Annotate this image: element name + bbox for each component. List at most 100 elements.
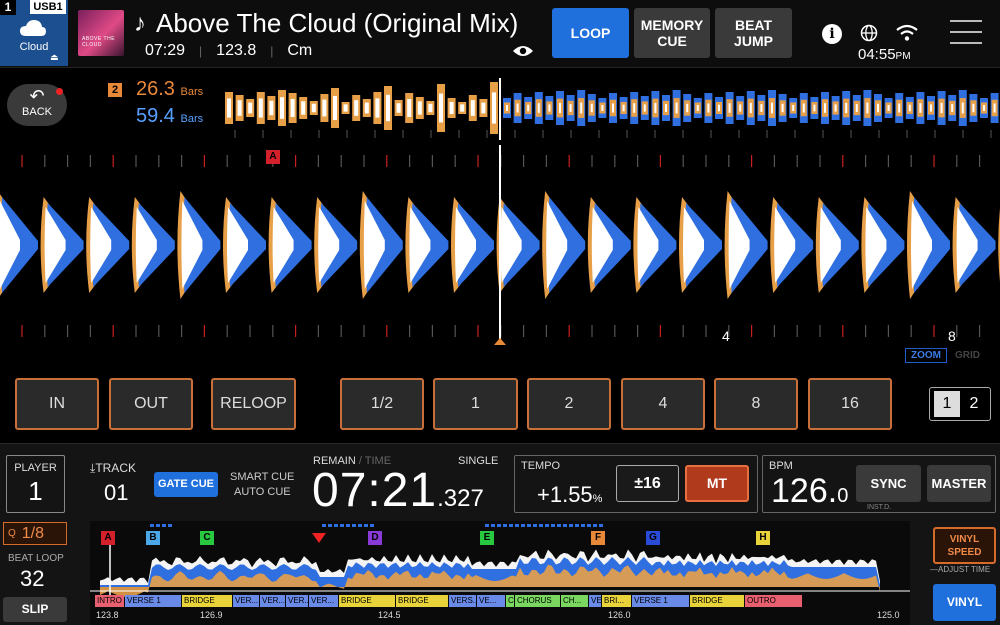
mini-wave-white: [354, 100, 359, 116]
mini-wave-white: [781, 103, 784, 113]
mini-wave-white: [983, 105, 985, 111]
phrase-segment[interactable]: VERS...: [449, 595, 476, 607]
eject-icon[interactable]: ⏏: [50, 52, 59, 63]
sync-button[interactable]: SYNC: [856, 465, 921, 502]
memory-cue-bar: [599, 524, 603, 527]
info-icon[interactable]: i: [822, 24, 842, 44]
mini-wave-white: [301, 101, 306, 115]
reloop-button[interactable]: RELOOP: [211, 378, 296, 430]
vinyl-speed-button[interactable]: VINYL SPEED: [933, 527, 996, 564]
memory-cue-bar: [322, 524, 326, 527]
mini-wave-white: [537, 103, 540, 113]
quantize-value: 1/8: [21, 524, 45, 542]
phrase-segment[interactable]: INTRO: [95, 595, 124, 607]
phrase-segment[interactable]: VER...: [309, 595, 338, 607]
overview-hot-cue-b[interactable]: B: [146, 531, 160, 545]
mini-wave-white: [834, 104, 837, 112]
bars-blue: 59.4 Bars: [136, 105, 203, 128]
deck-2-badge: 2: [108, 83, 122, 97]
phrase-segment[interactable]: OUTRO: [745, 595, 802, 607]
dual-deck-waveform[interactable]: [225, 78, 1000, 140]
clock: 04:55PM: [858, 46, 911, 63]
slip-button[interactable]: SLIP: [3, 597, 67, 622]
eye-icon[interactable]: [512, 44, 534, 58]
memory-cue-bar: [370, 524, 374, 527]
grid-button[interactable]: GRID: [955, 348, 980, 363]
bpm-decimal: 0: [837, 485, 849, 507]
phrase-segment[interactable]: BRI...: [602, 595, 631, 607]
phrase-segment[interactable]: C: [506, 595, 514, 607]
track-overview[interactable]: A B C D E F G H INTRO VERSE 1 BRIDGE VER... VER... VE…: [90, 521, 910, 625]
top-bar: Cloud ⏏ 1 USB1 ABOVE THE CLOUD ♪ Above T…: [0, 0, 1000, 68]
smart-cue-label[interactable]: SMART CUE: [230, 471, 294, 483]
adjust-time-label: —ADJUST TIME: [930, 565, 991, 574]
overview-hot-cue-f[interactable]: F: [591, 531, 605, 545]
phrase-segment[interactable]: BRIDGE: [182, 595, 232, 607]
phrase-segment[interactable]: VE: [589, 595, 601, 607]
phrase-segment[interactable]: VERSE 1: [125, 595, 181, 607]
menu-icon[interactable]: [950, 20, 982, 44]
page-2-button[interactable]: 2: [962, 395, 986, 413]
phrase-segment[interactable]: CHORUS: [515, 595, 560, 607]
phrase-segment[interactable]: VERSE 1: [632, 595, 689, 607]
mini-wave-white: [386, 94, 390, 122]
page-1-button[interactable]: 1: [934, 391, 960, 417]
overview-hot-cue-a[interactable]: A: [101, 531, 115, 545]
overview-hot-cue-h[interactable]: H: [756, 531, 770, 545]
overview-hot-cue-c[interactable]: C: [200, 531, 214, 545]
gate-cue-button[interactable]: GATE CUE: [154, 472, 218, 497]
memory-cue-bar: [491, 524, 495, 527]
bpm-integer: 126.: [771, 472, 838, 510]
track-bpm: 123.8: [216, 42, 257, 59]
mini-wave-white: [792, 105, 795, 111]
zoom-button[interactable]: ZOOM: [905, 348, 947, 363]
phrase-segment[interactable]: VER...: [233, 595, 259, 607]
memory-cue-bar: [334, 524, 338, 527]
phrase-segment[interactable]: VER...: [286, 595, 308, 607]
adjust-time-text: ADJUST TIME: [938, 565, 991, 574]
auto-cue-label[interactable]: AUTO CUE: [234, 486, 291, 498]
phrase-segment[interactable]: VER...: [260, 595, 285, 607]
hot-cue-a-marker[interactable]: A: [266, 150, 280, 164]
mini-wave-white: [665, 104, 667, 112]
beat-loop-16-button[interactable]: 16: [808, 378, 892, 430]
quantize-button[interactable]: Q 1/8: [3, 522, 67, 545]
tempo-range-button[interactable]: ±16: [616, 465, 679, 502]
beat-loop-8-button[interactable]: 8: [714, 378, 798, 430]
mini-wave-white: [258, 98, 263, 118]
notification-dot: [56, 88, 63, 95]
globe-icon[interactable]: [860, 24, 878, 42]
overview-hot-cue-d[interactable]: D: [368, 531, 382, 545]
mini-wave-white: [470, 100, 475, 116]
beat-loop-4-button[interactable]: 4: [621, 378, 705, 430]
phrase-segment[interactable]: CH...: [561, 595, 588, 607]
memory-cue-button[interactable]: MEMORY CUE: [634, 8, 710, 58]
beat-jump-button[interactable]: BEAT JUMP: [715, 8, 792, 58]
phrase-segment[interactable]: VE...: [477, 595, 505, 607]
overview-hot-cue-e[interactable]: E: [480, 531, 494, 545]
beat-loop-1-button[interactable]: 1: [433, 378, 518, 430]
overview-hot-cue-g[interactable]: G: [646, 531, 660, 545]
quantize-icon: Q: [8, 528, 16, 539]
mini-wave-white: [887, 105, 890, 111]
phrase-segment[interactable]: BRIDGE: [339, 595, 395, 607]
mini-wave-white: [728, 103, 731, 113]
mini-wave-white: [460, 104, 465, 112]
loop-mode-button[interactable]: LOOP: [552, 8, 629, 58]
loop-out-button[interactable]: OUT: [109, 378, 193, 430]
master-button[interactable]: MASTER: [927, 465, 991, 502]
phrase-segment[interactable]: BRIDGE: [396, 595, 448, 607]
memory-cue-bar: [168, 524, 172, 527]
beat-loop-2-button[interactable]: 2: [527, 378, 611, 430]
page-selector: 1 2: [929, 387, 991, 421]
beat-loop-half-button[interactable]: 1/2: [340, 378, 424, 430]
mini-wave-white: [428, 103, 433, 113]
vinyl-button[interactable]: VINYL: [933, 584, 996, 621]
mini-wave-white: [449, 102, 454, 114]
track-number: 01: [104, 480, 129, 505]
loop-in-button[interactable]: IN: [15, 378, 99, 430]
track-label-text: TRACK: [95, 461, 136, 475]
zoomed-waveform[interactable]: [0, 145, 1000, 345]
master-tempo-button[interactable]: MT: [685, 465, 749, 502]
phrase-segment[interactable]: BRIDGE: [690, 595, 744, 607]
